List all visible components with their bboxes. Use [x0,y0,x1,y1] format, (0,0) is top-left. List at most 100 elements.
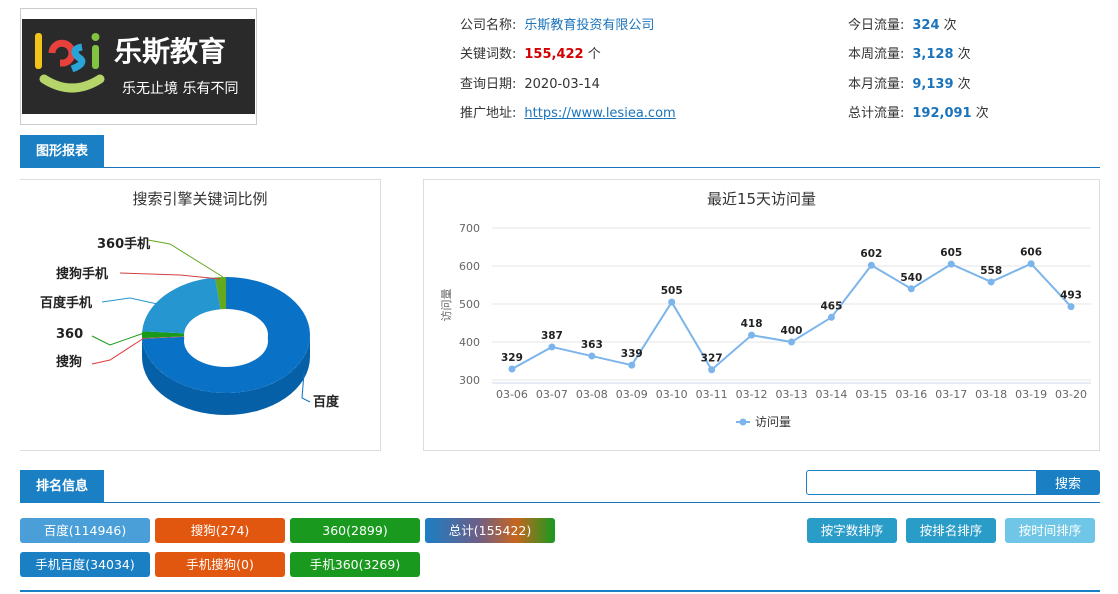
badge-360[interactable]: 360(2899) [290,518,420,543]
promo-url-row: 推广地址: https://www.lesiea.com [460,102,676,121]
sort-by-wordcount-button[interactable]: 按字数排序 [807,518,897,543]
data-label: 493 [1060,290,1082,302]
x-tick-label: 03-08 [576,388,608,401]
x-tick-label: 03-10 [656,388,688,401]
logo-slogan: 乐无止境 乐有不同 [122,81,238,97]
tab-ranking[interactable]: 排名信息 [20,470,104,503]
month-traffic-value: 9,139 [912,77,954,92]
keywords-row: 关键词数: 155,422 个 [460,43,601,62]
tab-chart-report[interactable]: 图形报表 [20,135,104,168]
today-traffic-value: 324 [912,18,940,33]
x-tick-label: 03-13 [776,388,808,401]
bottom-divider [20,590,1100,592]
company-name-row: 公司名称: 乐斯教育投资有限公司 [460,14,654,33]
total-traffic-row: 总计流量: 192,091 次 [848,102,989,121]
data-point[interactable] [508,365,516,373]
sort-by-time-button[interactable]: 按时间排序 [1005,518,1095,543]
search-button[interactable]: 搜索 [1036,470,1100,495]
legend-label[interactable]: 访问量 [755,415,791,429]
promo-url-label: 推广地址: [460,106,517,121]
company-logo: 乐斯教育 乐无止境 乐有不同 [20,8,257,125]
data-point[interactable] [708,366,716,374]
data-point[interactable] [1067,303,1075,311]
keywords-value: 155,422 [524,47,584,62]
total-traffic-unit: 次 [975,106,989,121]
pie-leader-line [147,239,224,278]
y-tick-label: 500 [459,298,480,311]
pie-leader-line [101,297,163,306]
badge-total[interactable]: 总计(155422) [425,518,555,543]
badge-mobile-sogou[interactable]: 手机搜狗(0) [155,552,285,577]
week-traffic-value: 3,128 [912,47,954,62]
y-axis-label: 访问量 [440,289,453,322]
query-date-row: 查询日期: 2020-03-14 [460,73,600,92]
x-tick-label: 03-14 [815,388,847,401]
month-traffic-row: 本月流量: 9,139 次 [848,73,971,92]
pie-label: 搜狗手机 [56,266,108,282]
data-point[interactable] [628,361,636,369]
data-point[interactable] [867,261,875,269]
badge-sogou[interactable]: 搜狗(274) [155,518,285,543]
keywords-unit: 个 [587,47,601,62]
total-traffic-label: 总计流量: [848,106,905,121]
pie-label: 搜狗 [56,354,82,370]
y-tick-label: 400 [459,336,480,349]
data-point[interactable] [788,338,795,346]
data-label: 605 [940,247,962,259]
data-point[interactable] [668,298,676,306]
sort-by-rank-button[interactable]: 按排名排序 [906,518,996,543]
badge-mobile-baidu[interactable]: 手机百度(34034) [20,552,150,577]
query-date-value: 2020-03-14 [524,77,600,92]
x-tick-label: 03-16 [895,388,927,401]
pie-label: 百度 [313,394,340,410]
x-tick-label: 03-09 [616,388,648,401]
keywords-label: 关键词数: [460,47,517,62]
data-label: 327 [701,353,723,365]
data-point[interactable] [987,278,995,286]
data-point[interactable] [588,352,596,360]
data-point[interactable] [548,343,556,351]
promo-url-link[interactable]: https://www.lesiea.com [524,106,675,121]
x-tick-label: 03-20 [1055,388,1087,401]
x-tick-label: 03-11 [696,388,728,401]
data-point[interactable] [1027,260,1035,268]
data-label: 558 [980,265,1002,277]
data-point[interactable] [947,260,955,268]
y-tick-label: 700 [459,222,480,235]
pie-chart-panel: 搜索引擎关键词比例 百度 搜狗 360 百度手机 搜狗手机 360手机 [20,179,381,451]
data-label: 505 [661,285,683,297]
data-point[interactable] [748,331,756,339]
week-traffic-unit: 次 [957,47,971,62]
pie-leader-line [301,372,311,403]
data-point[interactable] [907,285,915,293]
data-label: 465 [820,300,842,312]
search-input[interactable] [806,470,1038,495]
badge-baidu[interactable]: 百度(114946) [20,518,150,543]
data-label: 387 [541,330,563,342]
today-traffic-label: 今日流量: [848,18,905,33]
x-tick-label: 03-06 [496,388,528,401]
data-label: 606 [1020,247,1042,259]
company-name-label: 公司名称: [460,18,517,33]
series-line [511,262,1072,372]
company-name-value: 乐斯教育投资有限公司 [524,18,655,33]
data-label: 329 [501,352,523,364]
x-tick-label: 03-18 [975,388,1007,401]
month-traffic-label: 本月流量: [848,77,905,92]
legend-marker [739,418,747,426]
data-label: 602 [860,248,882,260]
y-tick-label: 600 [459,260,480,273]
query-date-label: 查询日期: [460,77,517,92]
month-traffic-unit: 次 [957,77,971,92]
data-point[interactable] [827,313,835,321]
x-tick-label: 03-15 [855,388,887,401]
badge-mobile-360[interactable]: 手机360(3269) [290,552,420,577]
line-chart: 300 400 500 600 700 访问量 03-06 03-07 03-08 03-09 03… [440,222,1091,429]
x-tick-label: 03-07 [536,388,568,401]
today-traffic-row: 今日流量: 324 次 [848,14,957,33]
pie-chart: 百度 搜狗 360 百度手机 搜狗手机 360手机 [40,236,340,415]
pie-label: 百度手机 [40,295,92,311]
data-label: 418 [741,318,763,330]
x-tick-label: 03-17 [935,388,967,401]
data-label: 363 [581,339,603,351]
